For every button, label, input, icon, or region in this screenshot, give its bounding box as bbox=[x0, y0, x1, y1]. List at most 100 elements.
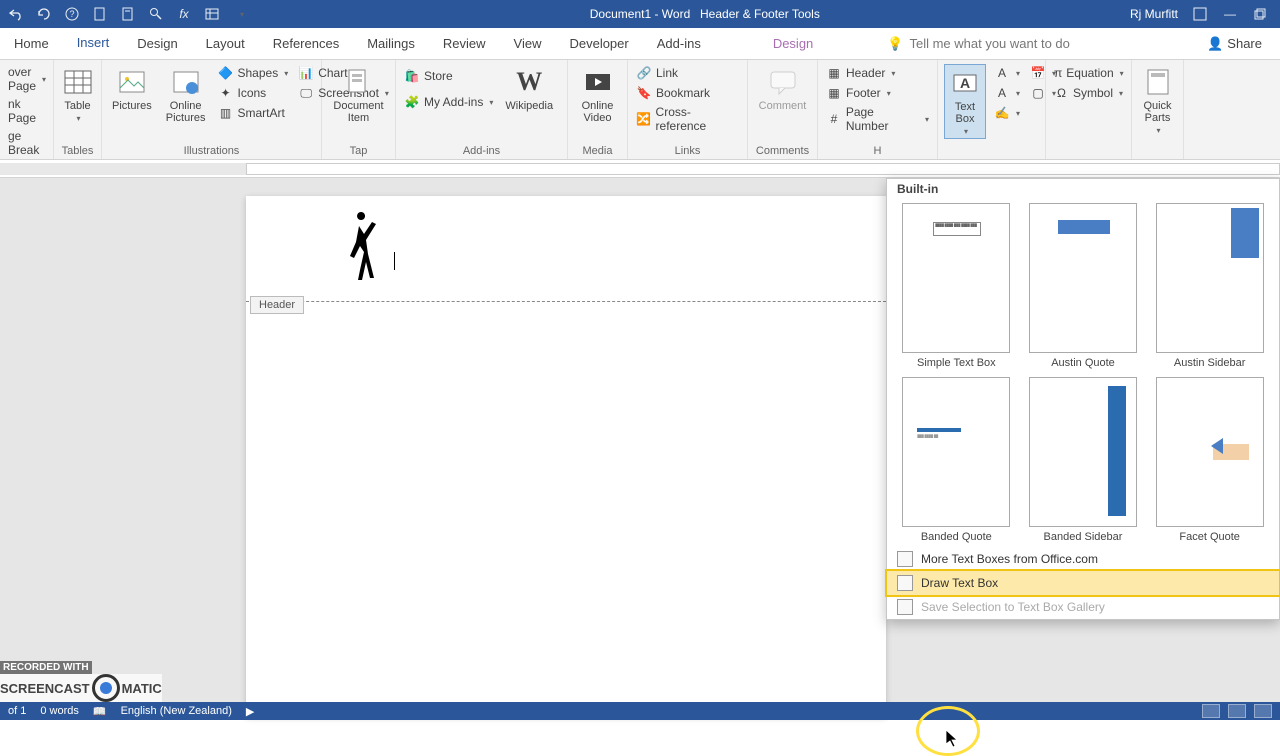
quick-parts-button[interactable]: Quick Parts▾ bbox=[1138, 64, 1177, 137]
addins-group-label: Add-ins bbox=[402, 143, 561, 159]
tab-layout[interactable]: Layout bbox=[192, 28, 259, 59]
gallery-item-austin-sidebar[interactable]: Austin Sidebar bbox=[1150, 203, 1269, 369]
textbox-gallery-dropdown: Built-in ████ ████ ███ ████ ███ Simple T… bbox=[886, 178, 1280, 620]
header-button[interactable]: ▦Header▾ bbox=[824, 64, 931, 82]
gallery-label: Facet Quote bbox=[1179, 531, 1240, 543]
page-break-button[interactable]: ge Break bbox=[6, 128, 47, 158]
link-button[interactable]: 🔗Link bbox=[634, 64, 741, 82]
online-pictures-button[interactable]: Online Pictures bbox=[162, 64, 210, 126]
fx-icon: fx bbox=[176, 6, 192, 22]
tab-view[interactable]: View bbox=[500, 28, 556, 59]
smartart-icon: ▥ bbox=[218, 105, 234, 121]
share-icon: 👤 bbox=[1207, 36, 1223, 52]
page-number-button[interactable]: #Page Number▾ bbox=[824, 104, 931, 134]
dropcap-icon: A bbox=[994, 85, 1010, 101]
addins-icon: 🧩 bbox=[404, 94, 420, 110]
gallery-item-facet-quote[interactable]: Facet Quote bbox=[1150, 377, 1269, 543]
pagenum-icon: # bbox=[826, 111, 842, 127]
redo-icon[interactable] bbox=[36, 6, 52, 22]
watermark-rec: RECORDED WITH bbox=[0, 661, 92, 674]
text-box-button[interactable]: A Text Box▾ bbox=[944, 64, 986, 139]
read-mode-button[interactable] bbox=[1202, 704, 1220, 718]
new-icon[interactable] bbox=[92, 6, 108, 22]
pictures-icon bbox=[116, 66, 148, 98]
header-area[interactable] bbox=[246, 196, 886, 302]
smartart-button[interactable]: ▥SmartArt bbox=[216, 104, 291, 122]
tab-context-design[interactable]: Design bbox=[759, 28, 827, 59]
gallery-item-austin-quote[interactable]: Austin Quote bbox=[1024, 203, 1143, 369]
wordart-button[interactable]: A▾ bbox=[992, 64, 1022, 82]
cover-page-button[interactable]: over Page▾ bbox=[6, 64, 47, 94]
tab-home[interactable]: Home bbox=[0, 28, 63, 59]
gallery-label: Simple Text Box bbox=[917, 357, 996, 369]
save-icon[interactable] bbox=[120, 6, 136, 22]
online-video-button[interactable]: Online Video bbox=[574, 64, 621, 126]
bulb-icon: 💡 bbox=[887, 36, 903, 52]
silhouette-image[interactable] bbox=[336, 212, 386, 282]
shapes-button[interactable]: 🔷Shapes▾ bbox=[216, 64, 291, 82]
tab-insert[interactable]: Insert bbox=[63, 28, 124, 59]
user-name: Rj Murfitt bbox=[1130, 7, 1178, 21]
more-textboxes-menu[interactable]: More Text Boxes from Office.com bbox=[887, 547, 1279, 571]
icons-button[interactable]: ✦Icons bbox=[216, 84, 291, 102]
office-icon bbox=[897, 551, 913, 567]
tab-mailings[interactable]: Mailings bbox=[353, 28, 429, 59]
table-button[interactable]: Table▾ bbox=[60, 64, 95, 125]
shapes-icon: 🔷 bbox=[218, 65, 234, 81]
draw-textbox-menu[interactable]: Draw Text Box bbox=[887, 571, 1279, 595]
qat-more-icon[interactable]: ▾ bbox=[234, 6, 250, 22]
undo-icon[interactable] bbox=[8, 6, 24, 22]
wikipedia-button[interactable]: W Wikipedia bbox=[501, 64, 557, 114]
page-count[interactable]: of 1 bbox=[8, 705, 26, 717]
tab-references[interactable]: References bbox=[259, 28, 353, 59]
my-addins-button[interactable]: 🧩My Add-ins▾ bbox=[402, 90, 495, 114]
proofing-icon[interactable]: 📖 bbox=[93, 705, 107, 718]
gallery-item-banded-quote[interactable]: ███ ████ ██ Banded Quote bbox=[897, 377, 1016, 543]
equation-button[interactable]: πEquation▾ bbox=[1052, 64, 1125, 82]
table-icon[interactable] bbox=[204, 6, 220, 22]
dropcap-button[interactable]: A▾ bbox=[992, 84, 1022, 102]
gallery-item-simple[interactable]: ████ ████ ███ ████ ███ Simple Text Box bbox=[897, 203, 1016, 369]
share-button[interactable]: 👤 Share bbox=[1189, 28, 1280, 59]
cross-reference-button[interactable]: 🔀Cross-reference bbox=[634, 104, 741, 134]
gallery-item-banded-sidebar[interactable]: Banded Sidebar bbox=[1024, 377, 1143, 543]
tell-me-search[interactable]: 💡 Tell me what you want to do bbox=[887, 28, 1070, 59]
watermark-brand1: SCREENCAST bbox=[0, 681, 90, 696]
find-icon[interactable] bbox=[148, 6, 164, 22]
print-layout-button[interactable] bbox=[1228, 704, 1246, 718]
store-button[interactable]: 🛍️Store bbox=[402, 64, 495, 88]
share-label: Share bbox=[1227, 36, 1262, 51]
watermark: RECORDED WITH SCREENCAST MATIC bbox=[0, 658, 162, 702]
tables-group-label: Tables bbox=[60, 143, 95, 159]
hf-group-label: H bbox=[824, 143, 931, 159]
language[interactable]: English (New Zealand) bbox=[121, 705, 232, 717]
tab-review[interactable]: Review bbox=[429, 28, 500, 59]
minimize-icon[interactable]: — bbox=[1222, 6, 1238, 22]
symbol-button[interactable]: ΩSymbol▾ bbox=[1052, 84, 1125, 102]
tap-group-label: Tap bbox=[328, 143, 389, 159]
context-tools-title: Header & Footer Tools bbox=[700, 7, 820, 21]
signature-icon: ✍ bbox=[994, 105, 1010, 121]
help-icon[interactable]: ? bbox=[64, 6, 80, 22]
tab-developer[interactable]: Developer bbox=[555, 28, 642, 59]
web-layout-button[interactable] bbox=[1254, 704, 1272, 718]
word-count[interactable]: 0 words bbox=[40, 705, 79, 717]
comment-button: Comment bbox=[754, 64, 811, 114]
footer-button[interactable]: ▦Footer▾ bbox=[824, 84, 931, 102]
tab-design[interactable]: Design bbox=[123, 28, 191, 59]
macro-icon[interactable]: ▶ bbox=[246, 705, 254, 718]
pictures-button[interactable]: Pictures bbox=[108, 64, 156, 114]
document-item-button[interactable]: Document Item bbox=[328, 64, 389, 126]
page[interactable]: Header bbox=[246, 196, 886, 716]
date-icon: 📅 bbox=[1030, 65, 1046, 81]
restore-icon[interactable] bbox=[1252, 6, 1268, 22]
object-icon: ▢ bbox=[1030, 85, 1046, 101]
signature-button[interactable]: ✍▾ bbox=[992, 104, 1022, 122]
account-icon[interactable] bbox=[1192, 6, 1208, 22]
horizontal-ruler[interactable] bbox=[0, 160, 1280, 178]
bookmark-button[interactable]: 🔖Bookmark bbox=[634, 84, 741, 102]
tab-addins[interactable]: Add-ins bbox=[643, 28, 715, 59]
comments-group-label: Comments bbox=[754, 143, 811, 159]
blank-page-button[interactable]: nk Page bbox=[6, 96, 47, 126]
draw-textbox-icon bbox=[897, 575, 913, 591]
